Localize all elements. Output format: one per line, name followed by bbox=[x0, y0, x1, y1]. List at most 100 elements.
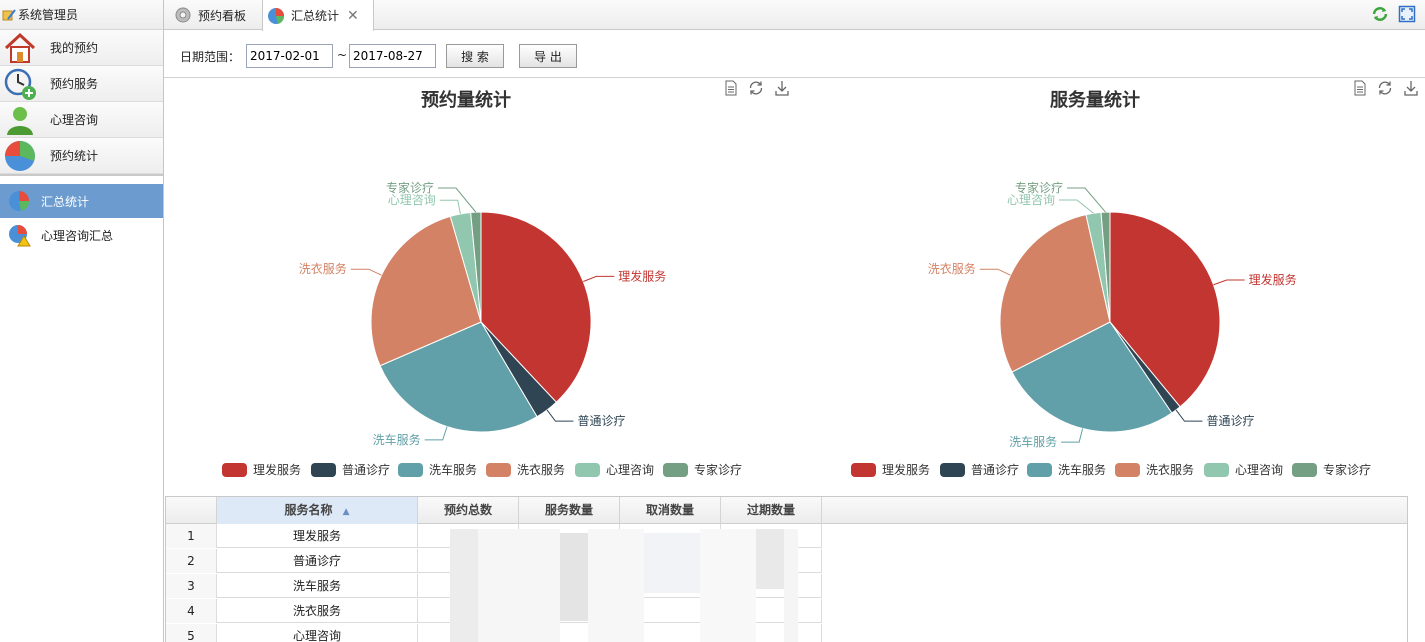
legend-swatch[interactable] bbox=[851, 463, 876, 477]
search-button[interactable]: 搜 索 bbox=[446, 44, 504, 68]
pie-slice-label: 普通诊疗 bbox=[577, 414, 625, 428]
row-number-header bbox=[166, 497, 217, 524]
legend-label[interactable]: 专家诊疗 bbox=[694, 462, 742, 477]
person-icon bbox=[7, 106, 33, 135]
menu-item-book-service[interactable]: 预约服务 bbox=[0, 66, 163, 102]
column-label: 服务名称 bbox=[284, 503, 333, 517]
legend-swatch[interactable] bbox=[398, 463, 423, 477]
tab-label: 预约看板 bbox=[198, 8, 247, 23]
sidebar: 系统管理员 我的预约 预约服务 心理咨询 预约统计 汇总统计 心理咨询汇总 bbox=[0, 0, 164, 642]
submenu-item-counseling-summary[interactable]: 心理咨询汇总 bbox=[0, 218, 163, 252]
statistics-table: 服务名称 ▲ 预约总数 服务数量 取消数量 过期数量 1 理发服务 2 普通诊疗… bbox=[165, 496, 1408, 642]
legend-swatch[interactable] bbox=[575, 463, 600, 477]
sort-asc-icon: ▲ bbox=[342, 507, 350, 517]
legend-swatch[interactable] bbox=[663, 463, 688, 477]
tab-summary-statistics[interactable]: 汇总统计 ✕ bbox=[262, 0, 374, 31]
pie-label-line bbox=[350, 268, 382, 276]
pie-chart-small-icon bbox=[9, 191, 30, 211]
legend-label[interactable]: 洗衣服务 bbox=[1146, 462, 1194, 477]
service-name-cell: 心理咨询 bbox=[217, 624, 418, 642]
submenu-item-label: 汇总统计 bbox=[41, 194, 90, 209]
submenu-item-summary[interactable]: 汇总统计 bbox=[0, 184, 163, 218]
legend-label[interactable]: 洗车服务 bbox=[1058, 462, 1106, 477]
redacted-overlay bbox=[450, 529, 478, 642]
pie-slice-label: 普通诊疗 bbox=[1206, 414, 1254, 428]
pie-slice-label: 理发服务 bbox=[618, 268, 666, 283]
fullscreen-icon[interactable] bbox=[1398, 5, 1416, 23]
pie-slice-label: 洗车服务 bbox=[373, 432, 421, 447]
menu-item-label: 心理咨询 bbox=[50, 113, 99, 127]
service-name-cell: 洗车服务 bbox=[217, 574, 418, 598]
legend-label[interactable]: 专家诊疗 bbox=[1323, 462, 1371, 477]
legend-label[interactable]: 理发服务 bbox=[882, 462, 930, 477]
pie-label-line bbox=[979, 268, 1011, 276]
pie-chart-canvas: 理发服务理发服务普通诊疗普通诊疗洗车服务洗车服务洗衣服务洗衣服务心理咨询心理咨询… bbox=[222, 180, 742, 477]
menu-item-statistics[interactable]: 预约统计 bbox=[0, 138, 163, 174]
service-name-cell: 洗衣服务 bbox=[217, 599, 418, 623]
service-name-cell: 理发服务 bbox=[217, 524, 418, 548]
date-range-label: 日期范围： bbox=[180, 50, 241, 64]
pie-label-line bbox=[583, 275, 615, 282]
main-menu: 我的预约 预约服务 心理咨询 预约统计 bbox=[0, 30, 163, 176]
service-name-cell: 普通诊疗 bbox=[217, 549, 418, 573]
pie-label-line bbox=[424, 426, 448, 441]
legend-label[interactable]: 理发服务 bbox=[253, 462, 301, 477]
column-header-total[interactable]: 预约总数 bbox=[418, 497, 519, 524]
pie-chart-icon bbox=[5, 140, 35, 171]
menu-item-my-appointments[interactable]: 我的预约 bbox=[0, 30, 163, 66]
pie-label-line bbox=[1061, 428, 1084, 443]
legend-label[interactable]: 洗车服务 bbox=[429, 462, 477, 477]
row-number: 1 bbox=[166, 524, 217, 548]
legend-swatch[interactable] bbox=[1204, 463, 1229, 477]
pie-slice-label: 洗衣服务 bbox=[299, 261, 347, 276]
legend-label[interactable]: 心理咨询 bbox=[606, 462, 654, 477]
redacted-overlay bbox=[756, 529, 784, 589]
legend-label[interactable]: 心理咨询 bbox=[1235, 462, 1283, 477]
legend-swatch[interactable] bbox=[1292, 463, 1317, 477]
pie-chart-warning-icon bbox=[9, 225, 31, 247]
menu-item-counseling[interactable]: 心理咨询 bbox=[0, 102, 163, 138]
legend-label[interactable]: 洗衣服务 bbox=[517, 462, 565, 477]
redacted-overlay bbox=[644, 533, 700, 593]
gear-icon bbox=[175, 7, 191, 23]
tab-bar: 预约看板 汇总统计 ✕ bbox=[164, 0, 1425, 31]
close-icon[interactable]: ✕ bbox=[347, 8, 359, 24]
legend-label[interactable]: 普通诊疗 bbox=[971, 463, 1019, 477]
refresh-icon[interactable] bbox=[1371, 5, 1389, 23]
legend-swatch[interactable] bbox=[222, 463, 247, 477]
pie-slice-label: 理发服务 bbox=[1249, 272, 1297, 287]
legend-swatch[interactable] bbox=[486, 463, 511, 477]
legend-swatch[interactable] bbox=[1027, 463, 1052, 477]
column-header-service-count[interactable]: 服务数量 bbox=[519, 497, 620, 524]
pie-chart-icon bbox=[268, 7, 285, 24]
redacted-overlay bbox=[784, 529, 798, 642]
row-number: 2 bbox=[166, 549, 217, 573]
redacted-overlay bbox=[478, 529, 560, 642]
date-to-input[interactable] bbox=[349, 44, 436, 68]
column-header-expired-count[interactable]: 过期数量 bbox=[721, 497, 822, 524]
tab-appointment-board[interactable]: 预约看板 bbox=[170, 0, 260, 30]
column-header-cancel-count[interactable]: 取消数量 bbox=[620, 497, 721, 524]
row-number: 4 bbox=[166, 599, 217, 623]
pie-chart-canvas: 理发服务理发服务普通诊疗普通诊疗洗车服务洗车服务洗衣服务洗衣服务心理咨询心理咨询… bbox=[851, 180, 1371, 477]
pie-label-line bbox=[546, 409, 574, 422]
pie-label-line bbox=[1213, 279, 1245, 286]
column-header-service-name[interactable]: 服务名称 ▲ bbox=[217, 497, 418, 524]
service-pie-chart: 服务量统计 理发服务 理发服务 普通诊疗 普通诊疗 洗车服务 洗车服务 洗衣服务 洗衣服务 心理… bbox=[795, 80, 1425, 494]
redacted-overlay bbox=[700, 529, 756, 642]
legend-swatch[interactable] bbox=[940, 463, 965, 477]
clock-add-icon bbox=[4, 68, 36, 100]
export-button[interactable]: 导 出 bbox=[519, 44, 577, 68]
date-from-input[interactable] bbox=[246, 44, 333, 68]
sidebar-header-title: 系统管理员 bbox=[18, 8, 79, 22]
legend-swatch[interactable] bbox=[1115, 463, 1140, 477]
redacted-overlay bbox=[560, 533, 588, 621]
date-separator: ~ bbox=[337, 48, 348, 62]
legend-swatch[interactable] bbox=[311, 463, 336, 477]
pie-slice-label: 洗车服务 bbox=[1009, 434, 1057, 449]
legend-label[interactable]: 普通诊疗 bbox=[342, 463, 390, 477]
pie-label-line bbox=[1059, 199, 1094, 214]
sub-menu: 汇总统计 心理咨询汇总 bbox=[0, 184, 163, 252]
appointment-pie-chart: 预约量统计 理发服务 理发服务 普通诊疗 普通诊疗 洗车服务 洗车服务 洗衣服务 洗衣服务 心理… bbox=[166, 80, 796, 494]
pie-slice-label: 专家诊疗 bbox=[386, 180, 434, 195]
